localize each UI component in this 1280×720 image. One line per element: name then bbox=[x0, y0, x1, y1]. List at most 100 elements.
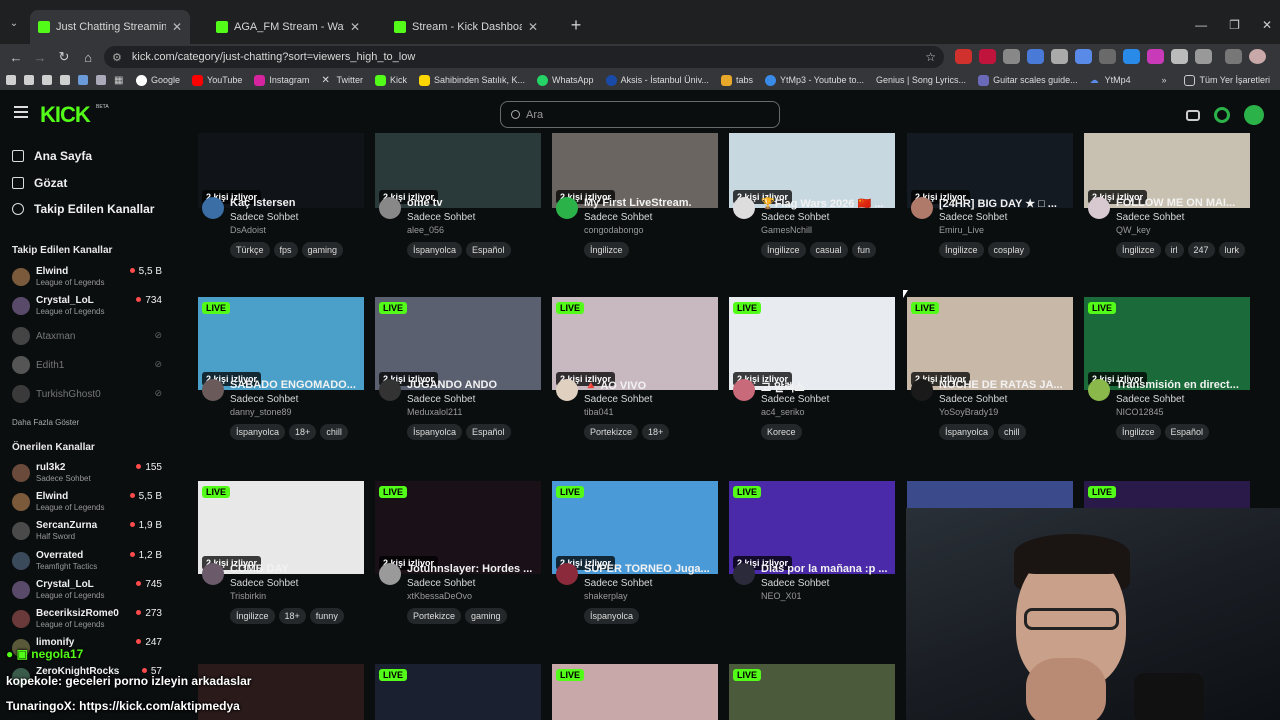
media-control-icon[interactable] bbox=[1225, 49, 1242, 64]
bookmark-folder-icon[interactable] bbox=[96, 75, 106, 85]
stream-title[interactable]: 고 알렉스 bbox=[761, 379, 895, 395]
stream-thumbnail[interactable]: LIVE 2 kişi izliyor bbox=[729, 297, 895, 390]
bookmark-twitter[interactable]: ✕ Twitter bbox=[321, 75, 363, 86]
bookmark-guitar[interactable]: Guitar scales guide... bbox=[978, 74, 1078, 86]
stream-tag[interactable]: 18+ bbox=[278, 608, 306, 624]
nav-home[interactable]: Ana Sayfa bbox=[12, 149, 92, 163]
stream-thumbnail[interactable]: LIVE bbox=[729, 664, 895, 720]
stream-thumbnail[interactable]: LIVE 2 kişi izliyor bbox=[1084, 297, 1250, 390]
bookmark-folder-icon[interactable] bbox=[78, 75, 88, 85]
stream-card[interactable]: LIVE 2 kişi izliyor COMB DAY Sadece Sohbet T… bbox=[198, 481, 364, 657]
stream-tag[interactable]: İspanyolca bbox=[939, 424, 995, 440]
kick-logo[interactable]: KICK bbox=[40, 102, 91, 128]
browser-tab-2[interactable]: AGA_FM Stream - Watch Live o ✕ bbox=[208, 10, 368, 44]
stream-category[interactable]: Sadece Sohbet bbox=[1116, 394, 1184, 405]
bookmark-folder-icon[interactable] bbox=[42, 75, 52, 85]
streamer-username[interactable]: Trisbirkin bbox=[230, 591, 266, 601]
streamer-avatar[interactable] bbox=[911, 379, 933, 401]
recommended-channel-item[interactable]: BeceriksizRome0 League of Legends 273 bbox=[12, 607, 162, 633]
streamer-avatar[interactable] bbox=[733, 379, 755, 401]
profile-avatar-icon[interactable] bbox=[1249, 49, 1266, 64]
apps-grid-icon[interactable]: ▦ bbox=[114, 75, 128, 86]
streamer-avatar[interactable] bbox=[733, 197, 755, 219]
stream-tag[interactable]: Español bbox=[466, 242, 511, 258]
stream-tag[interactable]: Portekizce bbox=[584, 424, 639, 440]
site-info-icon[interactable]: ⚙ bbox=[112, 51, 122, 64]
streamer-avatar[interactable] bbox=[379, 197, 401, 219]
stream-tag[interactable]: İngilizce bbox=[939, 242, 984, 258]
bookmark-instagram[interactable]: Instagram bbox=[254, 74, 309, 86]
stream-tag[interactable]: İspanyolca bbox=[584, 608, 640, 624]
streamer-avatar[interactable] bbox=[379, 379, 401, 401]
close-window-icon[interactable]: ✕ bbox=[1262, 18, 1272, 32]
stream-tag[interactable]: Portekizce bbox=[407, 608, 462, 624]
stream-tag[interactable]: lurk bbox=[1218, 242, 1246, 258]
bookmark-ytmp3[interactable]: YtMp3 - Youtube to... bbox=[764, 74, 864, 86]
streamer-username[interactable]: NICO12845 bbox=[1116, 407, 1164, 417]
stream-tag[interactable]: İngilizce bbox=[230, 608, 275, 624]
stream-title[interactable]: Días por la mañana :p ... bbox=[761, 563, 895, 575]
streamer-avatar[interactable] bbox=[202, 563, 224, 585]
stream-tag[interactable]: İngilizce bbox=[1116, 424, 1161, 440]
nav-following[interactable]: Takip Edilen Kanallar bbox=[12, 202, 154, 216]
stream-card[interactable]: 2 kişi izliyor 🏆Flag Wars 2026 🇨🇳 ... Sade… bbox=[729, 133, 895, 309]
streamer-username[interactable]: tiba041 bbox=[584, 407, 614, 417]
extension-icon[interactable] bbox=[1123, 49, 1140, 64]
streamer-username[interactable]: Emiru_Live bbox=[939, 225, 984, 235]
stream-tag[interactable]: irl bbox=[1164, 242, 1184, 258]
streamer-username[interactable]: GamesNchill bbox=[761, 225, 812, 235]
bookmark-whatsapp[interactable]: WhatsApp bbox=[537, 74, 594, 86]
stream-tag[interactable]: Türkçe bbox=[230, 242, 270, 258]
stream-category[interactable]: Sadece Sohbet bbox=[939, 394, 1007, 405]
followed-channel-item[interactable]: TurkishGhost0 ⊘ bbox=[12, 382, 162, 408]
stream-title[interactable]: FOLLOW ME ON MAI... bbox=[1116, 197, 1250, 209]
streamer-avatar[interactable] bbox=[556, 563, 578, 585]
forward-icon[interactable]: → bbox=[28, 50, 52, 65]
stream-category[interactable]: Sadece Sohbet bbox=[230, 394, 298, 405]
stream-category[interactable]: Sadece Sohbet bbox=[939, 212, 1007, 223]
stream-category[interactable]: Sadece Sohbet bbox=[407, 212, 475, 223]
stream-title[interactable]: ome tv bbox=[407, 197, 541, 209]
streamer-avatar[interactable] bbox=[379, 563, 401, 585]
bookmark-folder-icon[interactable] bbox=[24, 75, 34, 85]
streamer-username[interactable]: NEO_X01 bbox=[761, 591, 802, 601]
stream-tag[interactable]: fun bbox=[851, 242, 877, 258]
stream-tag[interactable]: İngilizce bbox=[761, 242, 806, 258]
streamer-avatar[interactable] bbox=[733, 563, 755, 585]
tab-close-icon[interactable]: ✕ bbox=[528, 20, 538, 34]
streamer-username[interactable]: Meduxalol211 bbox=[407, 407, 462, 417]
bookmark-sahibinden[interactable]: Sahibinden Satılık, K... bbox=[418, 74, 525, 86]
minimize-icon[interactable]: — bbox=[1195, 18, 1207, 32]
stream-title[interactable]: 🏆Flag Wars 2026 🇨🇳 ... bbox=[761, 197, 895, 210]
stream-card[interactable]: LIVE 2 kişi izliyor Días por la mañana :p … bbox=[729, 481, 895, 657]
stream-category[interactable]: Sadece Sohbet bbox=[407, 394, 475, 405]
bookmark-genius[interactable]: Genius | Song Lyrics... bbox=[876, 75, 966, 85]
new-tab-icon[interactable]: + bbox=[564, 14, 588, 38]
stream-tag[interactable]: chill bbox=[998, 424, 1026, 440]
stream-category[interactable]: Sadece Sohbet bbox=[230, 578, 298, 589]
bookmark-folder-icon[interactable] bbox=[6, 75, 16, 85]
followed-channel-item[interactable]: Edith1 ⊘ bbox=[12, 353, 162, 379]
stream-tag[interactable]: fps bbox=[273, 242, 298, 258]
stream-card[interactable]: 2 kişi izliyor Kaç İstersen Sadece Sohbet D… bbox=[198, 133, 364, 309]
stream-title[interactable]: Jotunnslayer: Hordes ... bbox=[407, 563, 541, 575]
extension-icon[interactable] bbox=[979, 49, 996, 64]
streamer-username[interactable]: xtKbessaDeOvo bbox=[407, 591, 472, 601]
bookmark-aksis[interactable]: Aksis - İstanbul Üniv... bbox=[605, 74, 709, 86]
streamer-username[interactable]: danny_stone89 bbox=[230, 407, 292, 417]
stream-thumbnail[interactable]: LIVE 2 kişi izliyor bbox=[552, 297, 718, 390]
stream-category[interactable]: Sadece Sohbet bbox=[584, 578, 652, 589]
stream-card[interactable]: LIVE 2 kişi izliyor NOCHE DE RATAS JA... Sa… bbox=[907, 297, 1073, 473]
streamer-username[interactable]: congodabongo bbox=[584, 225, 644, 235]
streamer-username[interactable]: shakerplay bbox=[584, 591, 628, 601]
bookmark-tabs[interactable]: tabs bbox=[720, 74, 753, 86]
stream-card[interactable]: 2 kişi izliyor My First LiveStream. Sadece… bbox=[552, 133, 718, 309]
zoom-extension-icon[interactable] bbox=[1003, 49, 1020, 64]
stream-card[interactable]: 2 kişi izliyor [24HR] BIG DAY ★ □ ... Sade… bbox=[907, 133, 1073, 309]
menu-hamburger-icon[interactable] bbox=[14, 106, 28, 108]
stream-category[interactable]: Sadece Sohbet bbox=[761, 578, 829, 589]
tab-close-icon[interactable]: ✕ bbox=[350, 20, 360, 34]
pen-extension-icon[interactable] bbox=[1171, 49, 1188, 64]
bookmark-ytmp4[interactable]: ☁ YtMp4 bbox=[1090, 75, 1131, 86]
show-more-link[interactable]: Daha Fazla Göster bbox=[12, 418, 79, 427]
